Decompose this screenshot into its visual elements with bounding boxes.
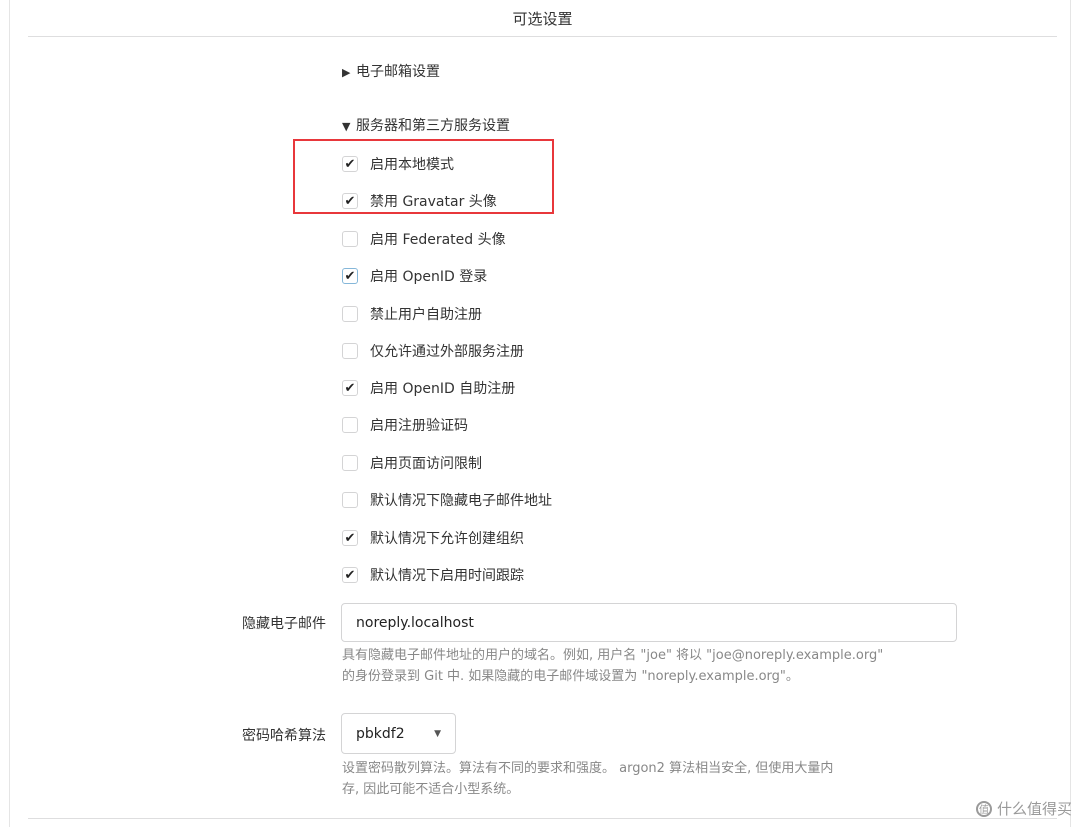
watermark-text: 什么值得买	[996, 800, 1072, 818]
checkbox[interactable]	[342, 156, 358, 172]
expanded-arrow-icon: ▼	[342, 120, 351, 133]
watermark: 值 什么值得买	[975, 798, 1072, 819]
section-title: 可选设置	[28, 0, 1057, 37]
frame-left-border	[9, 0, 10, 827]
option-label: 启用注册验证码	[370, 418, 468, 434]
checkbox[interactable]	[342, 343, 358, 359]
checkbox[interactable]	[342, 193, 358, 209]
password-hash-label: 密码哈希算法	[242, 728, 326, 744]
server-settings-label: 服务器和第三方服务设置	[356, 118, 510, 134]
frame-right-border	[1070, 0, 1071, 827]
email-settings-toggle[interactable]: ▶ 电子邮箱设置	[342, 61, 440, 81]
help-line: 具有隐藏电子邮件地址的用户的域名。例如, 用户名 "joe" 将以 "joe@n…	[342, 648, 884, 663]
option-label: 默认情况下启用时间跟踪	[370, 568, 524, 584]
password-hash-select[interactable]: pbkdf2 ▼	[341, 713, 456, 754]
caret-down-icon: ▼	[434, 728, 441, 739]
option-label: 启用本地模式	[370, 157, 454, 173]
option-enable-captcha[interactable]: 启用注册验证码	[342, 415, 468, 435]
checkbox[interactable]	[342, 567, 358, 583]
option-external-registration-only[interactable]: 仅允许通过外部服务注册	[342, 341, 524, 361]
option-label: 启用 OpenID 自助注册	[370, 381, 516, 397]
help-line: 设置密码散列算法。算法有不同的要求和强度。 argon2 算法相当安全, 但使用…	[342, 761, 834, 776]
hidden-email-help: 具有隐藏电子邮件地址的用户的域名。例如, 用户名 "joe" 将以 "joe@n…	[342, 645, 883, 687]
watermark-logo-icon: 值	[975, 800, 992, 817]
option-require-signin-view[interactable]: 启用页面访问限制	[342, 453, 482, 473]
hidden-email-label: 隐藏电子邮件	[242, 616, 326, 632]
checkbox[interactable]	[342, 380, 358, 396]
option-enable-local-mode[interactable]: 启用本地模式	[342, 154, 454, 174]
select-value: pbkdf2	[356, 725, 405, 742]
option-default-enable-timetracking[interactable]: 默认情况下启用时间跟踪	[342, 565, 524, 585]
option-enable-openid-signin[interactable]: 启用 OpenID 登录	[342, 266, 487, 286]
help-line: 的身份登录到 Git 中. 如果隐藏的电子邮件域设置为 "noreply.exa…	[342, 669, 799, 684]
section-bottom-divider	[28, 818, 1057, 819]
option-enable-openid-signup[interactable]: 启用 OpenID 自助注册	[342, 378, 515, 398]
checkbox[interactable]	[342, 417, 358, 433]
option-label: 仅允许通过外部服务注册	[370, 344, 524, 360]
checkbox[interactable]	[342, 492, 358, 508]
option-label: 启用 OpenID 登录	[370, 269, 488, 285]
option-label: 启用页面访问限制	[370, 456, 482, 472]
option-label: 默认情况下隐藏电子邮件地址	[370, 493, 552, 509]
checkbox[interactable]	[342, 306, 358, 322]
checkbox[interactable]	[342, 268, 358, 284]
option-disable-gravatar[interactable]: 禁用 Gravatar 头像	[342, 191, 497, 211]
option-default-keep-email-private[interactable]: 默认情况下隐藏电子邮件地址	[342, 490, 552, 510]
option-enable-federated-avatar[interactable]: 启用 Federated 头像	[342, 229, 506, 249]
checkbox[interactable]	[342, 455, 358, 471]
option-label: 启用 Federated 头像	[370, 232, 506, 248]
checkbox[interactable]	[342, 231, 358, 247]
email-settings-label: 电子邮箱设置	[356, 64, 440, 80]
help-line: 存, 因此可能不适合小型系统。	[342, 782, 520, 797]
hidden-email-domain-input[interactable]	[341, 603, 957, 642]
option-label: 禁止用户自助注册	[370, 307, 482, 323]
server-settings-toggle[interactable]: ▼ 服务器和第三方服务设置	[342, 115, 510, 135]
password-hash-help: 设置密码散列算法。算法有不同的要求和强度。 argon2 算法相当安全, 但使用…	[342, 758, 833, 800]
option-default-allow-create-org[interactable]: 默认情况下允许创建组织	[342, 528, 524, 548]
option-label: 禁用 Gravatar 头像	[370, 194, 497, 210]
checkbox[interactable]	[342, 530, 358, 546]
collapsed-arrow-icon: ▶	[342, 66, 351, 79]
option-disable-registration[interactable]: 禁止用户自助注册	[342, 304, 482, 324]
option-label: 默认情况下允许创建组织	[370, 531, 524, 547]
